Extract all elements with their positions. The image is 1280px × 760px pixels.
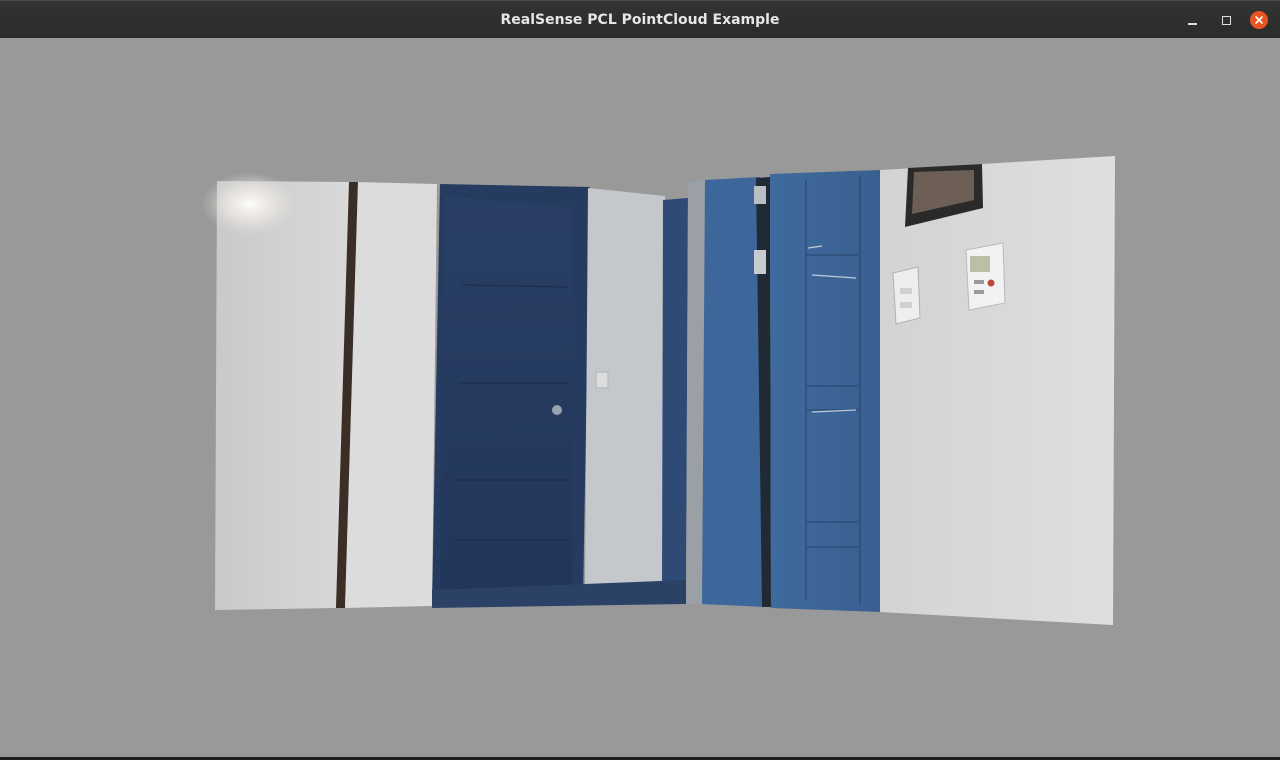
maximize-icon [1221, 15, 1231, 25]
pointcloud-viewport[interactable] [0, 38, 1280, 758]
maximize-button[interactable] [1217, 11, 1235, 29]
minimize-icon [1187, 23, 1197, 25]
corridor-door-edge [662, 198, 688, 596]
mid-wall [345, 182, 437, 608]
open-door-edge [702, 177, 766, 607]
door-handle [552, 405, 562, 415]
close-button[interactable] [1250, 11, 1268, 29]
right-wall [880, 156, 1115, 625]
thermostat [965, 242, 1006, 311]
open-door [770, 170, 880, 612]
light-switch [595, 371, 609, 389]
title-bar[interactable]: RealSense PCL PointCloud Example [0, 0, 1280, 38]
pointcloud-render[interactable] [0, 38, 1280, 758]
minimize-button[interactable] [1183, 11, 1201, 29]
wall-switch [892, 266, 921, 325]
back-door [440, 196, 572, 590]
ceiling-light [202, 172, 298, 236]
app-window: RealSense PCL PointCloud Example [0, 0, 1280, 760]
close-icon [1255, 16, 1263, 24]
window-title: RealSense PCL PointCloud Example [500, 12, 780, 28]
left-wall [215, 181, 350, 610]
